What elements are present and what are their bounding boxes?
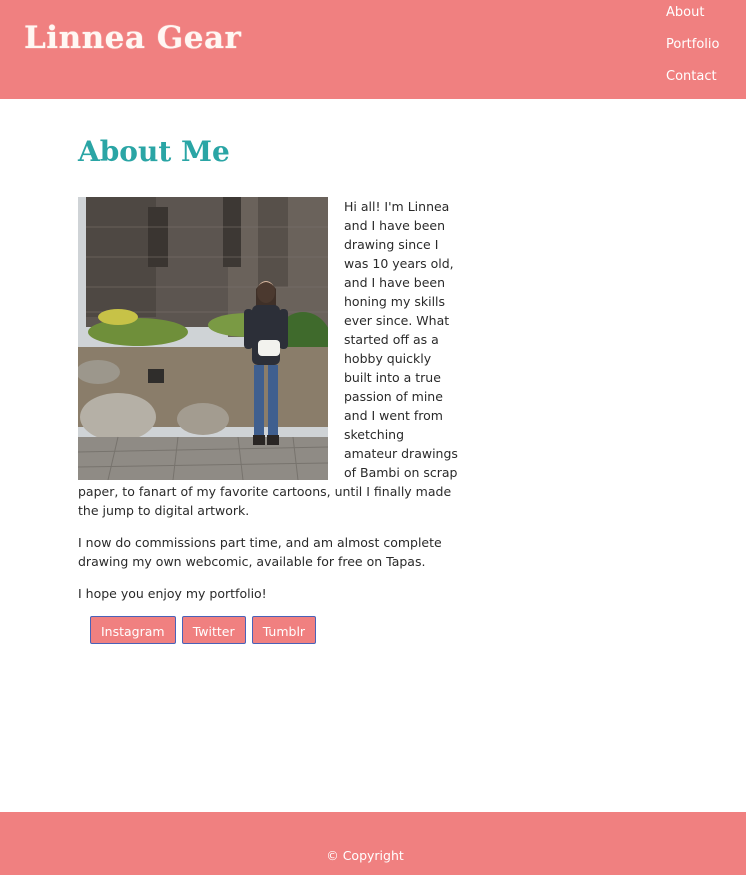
tumblr-button[interactable]: Tumblr	[251, 616, 317, 644]
main-nav: About Portfolio Contact	[666, 0, 736, 96]
site-header: Linnea Gear About Portfolio Contact	[0, 0, 746, 99]
nav-link-contact[interactable]: Contact	[666, 64, 736, 96]
page-title: About Me	[78, 135, 230, 168]
about-section: About Me Hi all! I'm Linnea and I have b…	[78, 134, 458, 644]
nav-link-portfolio[interactable]: Portfolio	[666, 32, 736, 64]
site-footer: © Copyright	[0, 812, 746, 875]
nav-link-about[interactable]: About	[666, 0, 736, 32]
social-buttons: Instagram Twitter Tumblr	[90, 616, 458, 644]
bio-paragraph-3: I hope you enjoy my portfolio!	[78, 586, 267, 601]
bio-paragraph-2: I now do commissions part time, and am a…	[78, 535, 442, 569]
page: Linnea Gear About Portfolio Contact Abou…	[0, 0, 746, 875]
copyright-text: © Copyright	[326, 848, 404, 863]
site-logo[interactable]: Linnea Gear	[24, 20, 241, 56]
twitter-button[interactable]: Twitter	[181, 616, 246, 644]
instagram-button[interactable]: Instagram	[90, 616, 176, 644]
profile-photo	[78, 197, 328, 480]
